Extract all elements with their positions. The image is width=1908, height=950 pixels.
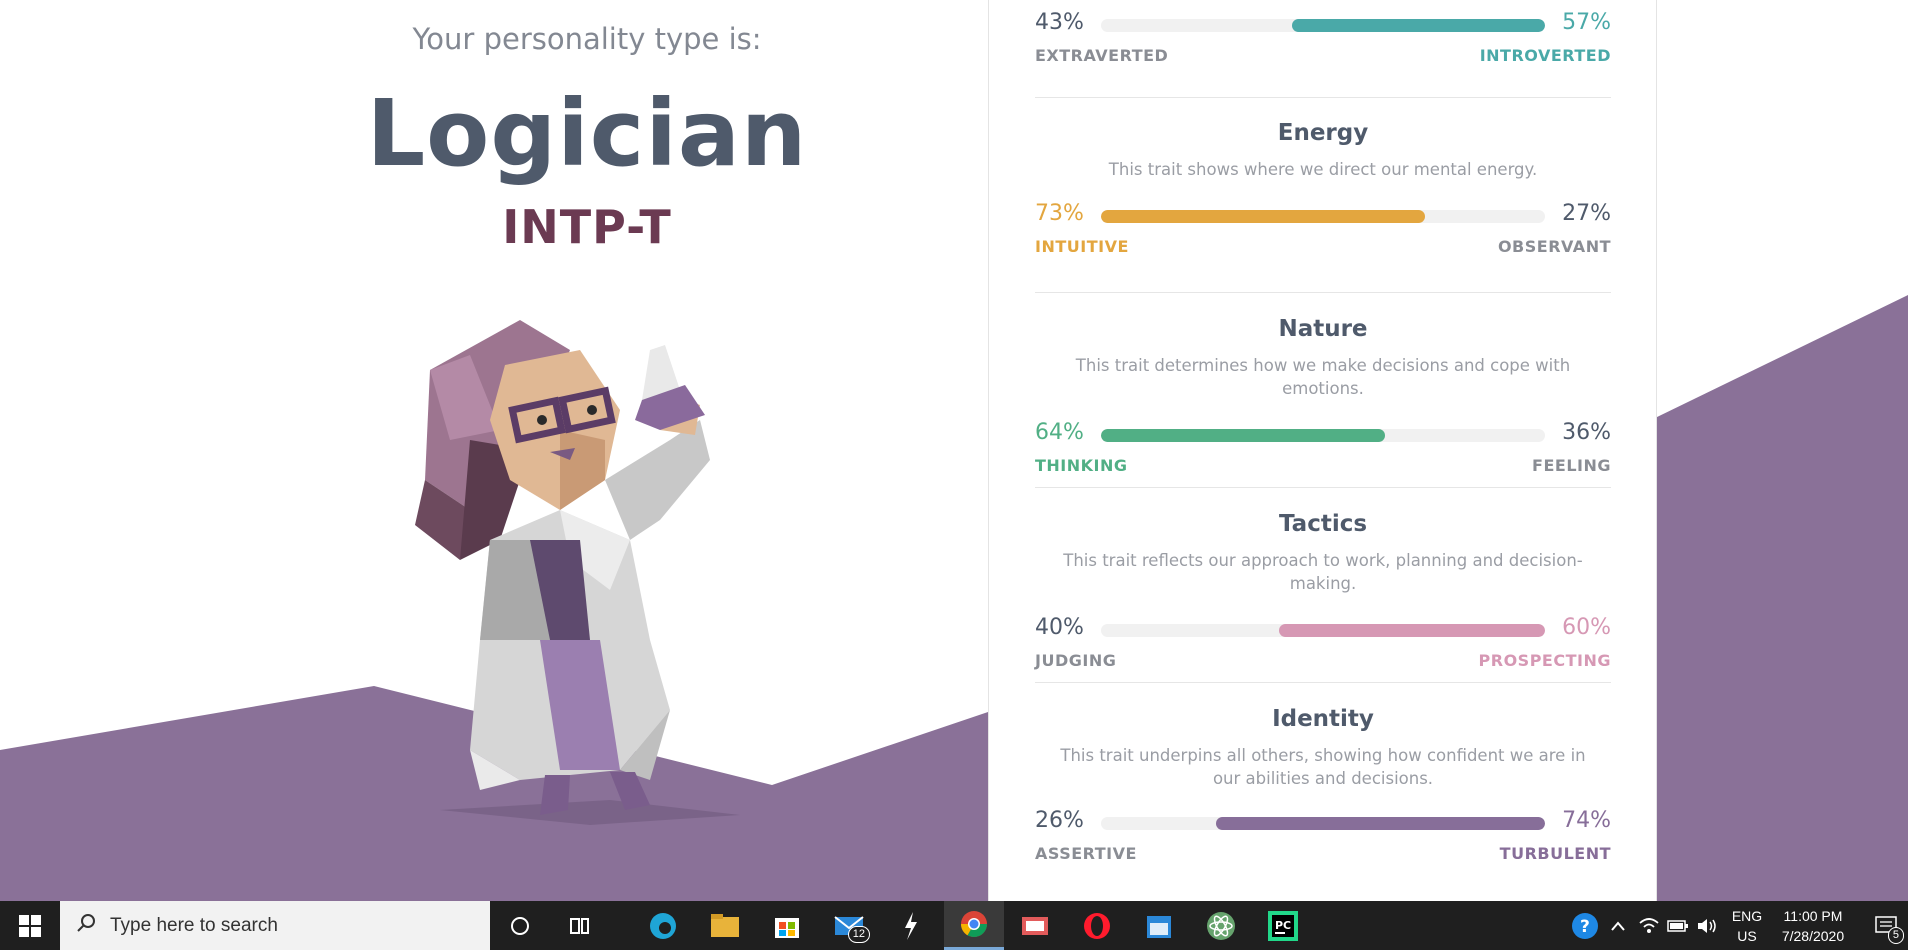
trait-bar-fill	[1216, 817, 1545, 830]
trait-left-label: ASSERTIVE	[1035, 844, 1137, 863]
trait-left-label: EXTRAVERTED	[1035, 46, 1169, 65]
trait-right-percent: 27%	[1562, 201, 1611, 226]
search-icon	[76, 913, 96, 938]
trait-left-label: INTUITIVE	[1035, 237, 1129, 256]
trait-right-label: FEELING	[1532, 456, 1611, 475]
trait-right-percent: 74%	[1562, 808, 1611, 833]
trait-right-label: INTROVERTED	[1479, 46, 1611, 65]
trait-left-label: THINKING	[1035, 456, 1128, 475]
search-placeholder: Type here to search	[110, 914, 278, 936]
battery-icon[interactable]	[1664, 901, 1692, 950]
notification-icon[interactable]: 5	[1866, 901, 1906, 950]
calendar-icon[interactable]	[1138, 901, 1180, 950]
trait-bar-fill	[1278, 624, 1545, 637]
trait-bar	[1101, 624, 1545, 637]
trait-divider	[1035, 97, 1611, 98]
trait-title: Tactics	[1278, 511, 1368, 537]
trait-tactics: Tactics This trait reflects our approach…	[1035, 511, 1611, 673]
trait-bar	[1101, 210, 1545, 223]
trait-identity: Identity This trait underpins all others…	[1035, 706, 1611, 866]
atom-icon[interactable]	[1200, 901, 1242, 950]
trait-title: Energy	[1277, 120, 1369, 146]
trait-divider	[1035, 487, 1611, 488]
notification-badge: 5	[1887, 927, 1904, 944]
mail-badge: 12	[847, 926, 870, 943]
trait-right-percent: 60%	[1562, 615, 1611, 640]
trait-bar	[1101, 19, 1545, 32]
trait-description: This trait determines how we make decisi…	[1075, 356, 1571, 398]
trait-divider	[1035, 292, 1611, 293]
opera-icon[interactable]	[1076, 901, 1118, 950]
windows-start-icon[interactable]	[0, 901, 60, 950]
trait-title: Nature	[1278, 316, 1368, 342]
trait-right-label: OBSERVANT	[1497, 237, 1611, 256]
help-icon[interactable]: ?	[1568, 901, 1602, 950]
trait-bar-fill	[1291, 19, 1545, 32]
clock-date: 7/28/2020	[1781, 927, 1845, 944]
clock[interactable]: 11:00 PM 7/28/2020	[1770, 901, 1856, 950]
app-icon[interactable]	[890, 901, 932, 950]
edge-icon[interactable]	[642, 901, 684, 950]
trait-bar	[1101, 817, 1545, 830]
pycharm-icon[interactable]: PC	[1262, 901, 1304, 950]
trait-description: This trait shows where we direct our men…	[1108, 160, 1538, 179]
volume-icon[interactable]	[1694, 901, 1720, 950]
language-region: US	[1737, 927, 1757, 944]
chrome-icon[interactable]	[944, 901, 1004, 950]
trait-left-percent: 64%	[1035, 420, 1084, 445]
trait-description: This trait reflects our approach to work…	[1063, 551, 1583, 593]
chevron-up-icon[interactable]	[1606, 901, 1630, 950]
trait-left-label: JUDGING	[1035, 651, 1117, 670]
language-code: ENG	[1731, 907, 1763, 924]
logician-illustration	[415, 320, 740, 825]
file-explorer-icon[interactable]	[704, 901, 746, 950]
trait-title: Identity	[1272, 706, 1374, 732]
trait-description: This trait underpins all others, showing…	[1060, 746, 1586, 788]
traits-panel: 43% 57% EXTRAVERTED INTROVERTED Energy T…	[988, 0, 1657, 901]
wifi-icon[interactable]	[1636, 901, 1662, 950]
language-indicator[interactable]: ENG US	[1724, 901, 1770, 950]
trait-divider	[1035, 682, 1611, 683]
personality-header: Your personality type is: Logician INTP-…	[0, 0, 988, 901]
trait-bar	[1101, 429, 1545, 442]
trait-right-label: TURBULENT	[1499, 844, 1611, 863]
task-view-icon[interactable]	[560, 901, 600, 950]
trait-bar-fill	[1101, 210, 1426, 223]
trait-nature: Nature This trait determines how we make…	[1035, 316, 1611, 478]
trait-right-percent: 57%	[1562, 10, 1611, 35]
trait-left-percent: 26%	[1035, 808, 1084, 833]
store-icon[interactable]	[766, 901, 808, 950]
svg-text:PC: PC	[1275, 919, 1291, 932]
trait-left-percent: 73%	[1035, 201, 1084, 226]
trait-right-label: PROSPECTING	[1478, 651, 1611, 670]
svg-text:?: ?	[1580, 917, 1590, 937]
trait-right-percent: 36%	[1562, 420, 1611, 445]
mail-icon[interactable]: 12	[828, 901, 870, 950]
taskbar-search-box[interactable]: Type here to search	[60, 901, 490, 950]
taskbar: Type here to search 12 PC ? ENG US 11:00…	[0, 901, 1908, 950]
snip-icon[interactable]	[1014, 901, 1056, 950]
trait-bar-fill	[1101, 429, 1386, 442]
trait-mind: 43% 57% EXTRAVERTED INTROVERTED	[1035, 10, 1611, 68]
trait-left-percent: 43%	[1035, 10, 1084, 35]
clock-time: 11:00 PM	[1783, 907, 1843, 924]
trait-energy: Energy This trait shows where we direct …	[1035, 120, 1611, 259]
trait-left-percent: 40%	[1035, 615, 1084, 640]
cortana-icon[interactable]	[500, 901, 540, 950]
